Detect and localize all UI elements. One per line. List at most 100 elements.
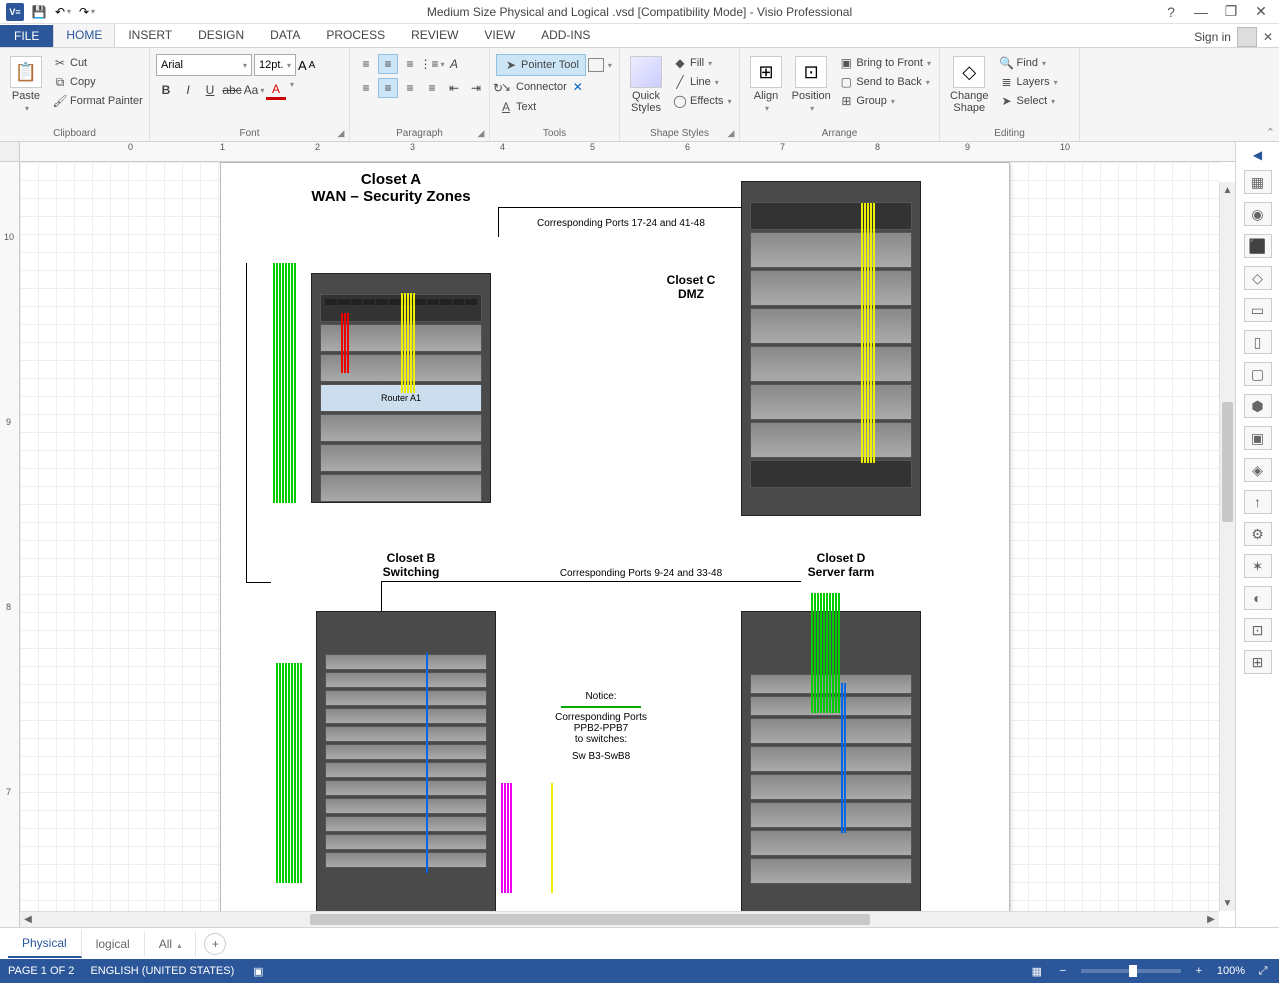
page-tab-logical[interactable]: logical xyxy=(82,931,145,957)
align-center-button[interactable]: ≡ xyxy=(378,78,398,98)
rack-unit[interactable] xyxy=(750,460,912,488)
rack-unit[interactable] xyxy=(325,762,487,778)
rack-unit[interactable] xyxy=(325,852,487,868)
rack-unit[interactable] xyxy=(325,708,487,724)
connector-a-b[interactable] xyxy=(246,263,271,583)
bullets-button[interactable]: ⋮≡▾ xyxy=(422,54,442,74)
rack-unit[interactable] xyxy=(750,308,912,344)
font-color-button[interactable]: A xyxy=(266,80,286,100)
cut-button[interactable]: ✂Cut xyxy=(50,54,145,72)
rack-unit[interactable] xyxy=(325,726,487,742)
grow-font-button[interactable]: A xyxy=(298,58,307,73)
pointer-tool-button[interactable]: ➤Pointer Tool xyxy=(496,54,586,76)
layers-button[interactable]: ≣Layers▾ xyxy=(997,73,1060,91)
rack-unit[interactable] xyxy=(320,474,482,502)
stencil-icon[interactable]: ⬢ xyxy=(1244,394,1272,418)
horizontal-scrollbar[interactable]: ◀ ▶ xyxy=(20,911,1219,927)
connector-tool-button[interactable]: ↘Connector xyxy=(496,78,569,96)
strikethrough-button[interactable]: abc xyxy=(222,80,242,100)
presentation-mode-icon[interactable]: ▦ xyxy=(1029,963,1045,979)
scroll-left-button[interactable]: ◀ xyxy=(20,912,36,927)
text-tool-button[interactable]: AText xyxy=(496,98,538,116)
align-right-button[interactable]: ≡ xyxy=(400,78,420,98)
add-page-button[interactable]: + xyxy=(204,933,226,955)
change-case-button[interactable]: Aa▾ xyxy=(244,80,264,100)
tab-home[interactable]: HOME xyxy=(53,23,115,47)
stencil-icon[interactable]: ▦ xyxy=(1244,170,1272,194)
page-tab-all[interactable]: All ▴ xyxy=(145,931,197,957)
tab-addins[interactable]: ADD-INS xyxy=(528,23,603,47)
close-button[interactable]: ✕ xyxy=(1247,2,1275,22)
tab-data[interactable]: DATA xyxy=(257,23,313,47)
stencil-icon[interactable]: ⊡ xyxy=(1244,618,1272,642)
select-button[interactable]: ➤Select▾ xyxy=(997,92,1060,110)
connector-b-d[interactable] xyxy=(381,581,801,611)
restore-button[interactable]: ❐ xyxy=(1217,2,1245,22)
stencil-icon[interactable]: ◐ xyxy=(1244,586,1272,610)
find-button[interactable]: 🔍Find▾ xyxy=(997,54,1060,72)
scroll-right-button[interactable]: ▶ xyxy=(1203,912,1219,927)
rack-closet-c[interactable] xyxy=(741,181,921,516)
stencil-icon[interactable]: ⚙ xyxy=(1244,522,1272,546)
rack-unit[interactable] xyxy=(750,270,912,306)
shape-styles-dialog-launcher[interactable]: ◢ xyxy=(725,127,737,139)
tab-view[interactable]: VIEW xyxy=(471,23,528,47)
undo-button[interactable]: ↶▾ xyxy=(52,1,74,23)
rack-unit[interactable] xyxy=(325,690,487,706)
tab-review[interactable]: REVIEW xyxy=(398,23,471,47)
change-shape-button[interactable]: ◇Change Shape xyxy=(946,54,993,116)
rack-unit[interactable] xyxy=(325,798,487,814)
file-tab[interactable]: FILE xyxy=(0,25,53,47)
font-name-combo[interactable]: Arial▾ xyxy=(156,54,252,76)
rack-unit[interactable] xyxy=(750,830,912,856)
bold-button[interactable]: B xyxy=(156,80,176,100)
avatar-icon[interactable] xyxy=(1237,27,1257,47)
rack-unit[interactable] xyxy=(750,746,912,772)
rack-unit[interactable] xyxy=(325,780,487,796)
send-to-back-button[interactable]: ▢Send to Back▾ xyxy=(836,73,933,91)
rack-unit[interactable] xyxy=(750,202,912,230)
copy-button[interactable]: ⧉Copy xyxy=(50,73,145,91)
clear-format-button[interactable]: A xyxy=(444,54,464,74)
vertical-ruler[interactable]: 10 9 8 7 xyxy=(0,162,20,927)
tab-design[interactable]: DESIGN xyxy=(185,23,257,47)
stencil-icon[interactable]: ↑ xyxy=(1244,490,1272,514)
line-button[interactable]: ╱Line▾ xyxy=(670,73,733,91)
close-doc-button[interactable]: ✕ xyxy=(1263,30,1273,44)
effects-button[interactable]: ◯Effects▾ xyxy=(670,92,733,110)
stencil-icon[interactable]: ▭ xyxy=(1244,298,1272,322)
rack-closet-b[interactable] xyxy=(316,611,496,911)
rack-unit[interactable] xyxy=(750,232,912,268)
zoom-in-button[interactable]: + xyxy=(1191,963,1207,979)
rack-unit[interactable] xyxy=(325,672,487,688)
increase-indent-button[interactable]: ⇥ xyxy=(466,78,486,98)
fit-page-button[interactable]: ⤢ xyxy=(1255,963,1271,979)
group-button[interactable]: ⊞Group▾ xyxy=(836,92,933,110)
scroll-up-button[interactable]: ▲ xyxy=(1220,182,1235,198)
fill-button[interactable]: ◆Fill▾ xyxy=(670,54,733,72)
collapse-ribbon-button[interactable]: ⌃ xyxy=(1266,126,1275,139)
chevron-down-icon[interactable]: ▾ xyxy=(290,80,294,100)
rack-unit[interactable] xyxy=(750,718,912,744)
help-button[interactable]: ? xyxy=(1157,2,1185,22)
font-dialog-launcher[interactable]: ◢ xyxy=(335,127,347,139)
rack-unit[interactable] xyxy=(750,858,912,884)
font-size-combo[interactable]: 12pt.▾ xyxy=(254,54,296,76)
tab-process[interactable]: PROCESS xyxy=(313,23,398,47)
zoom-out-button[interactable]: − xyxy=(1055,963,1071,979)
paragraph-dialog-launcher[interactable]: ◢ xyxy=(475,127,487,139)
align-top-button[interactable]: ≡ xyxy=(356,54,376,74)
scroll-thumb[interactable] xyxy=(1222,402,1233,522)
scroll-down-button[interactable]: ▼ xyxy=(1220,895,1235,911)
stencil-icon[interactable]: ⊞ xyxy=(1244,650,1272,674)
rack-unit[interactable] xyxy=(325,816,487,832)
page-indicator[interactable]: PAGE 1 OF 2 xyxy=(8,965,74,977)
minimize-button[interactable]: — xyxy=(1187,2,1215,22)
bring-to-front-button[interactable]: ▣Bring to Front▾ xyxy=(836,54,933,72)
drawing-canvas[interactable]: Closet A WAN – Security Zones Closet C D… xyxy=(20,162,1235,927)
italic-button[interactable]: I xyxy=(178,80,198,100)
stencil-icon[interactable]: ▢ xyxy=(1244,362,1272,386)
rack-unit[interactable] xyxy=(750,774,912,800)
language-indicator[interactable]: ENGLISH (UNITED STATES) xyxy=(90,965,234,977)
rack-unit[interactable] xyxy=(750,384,912,420)
